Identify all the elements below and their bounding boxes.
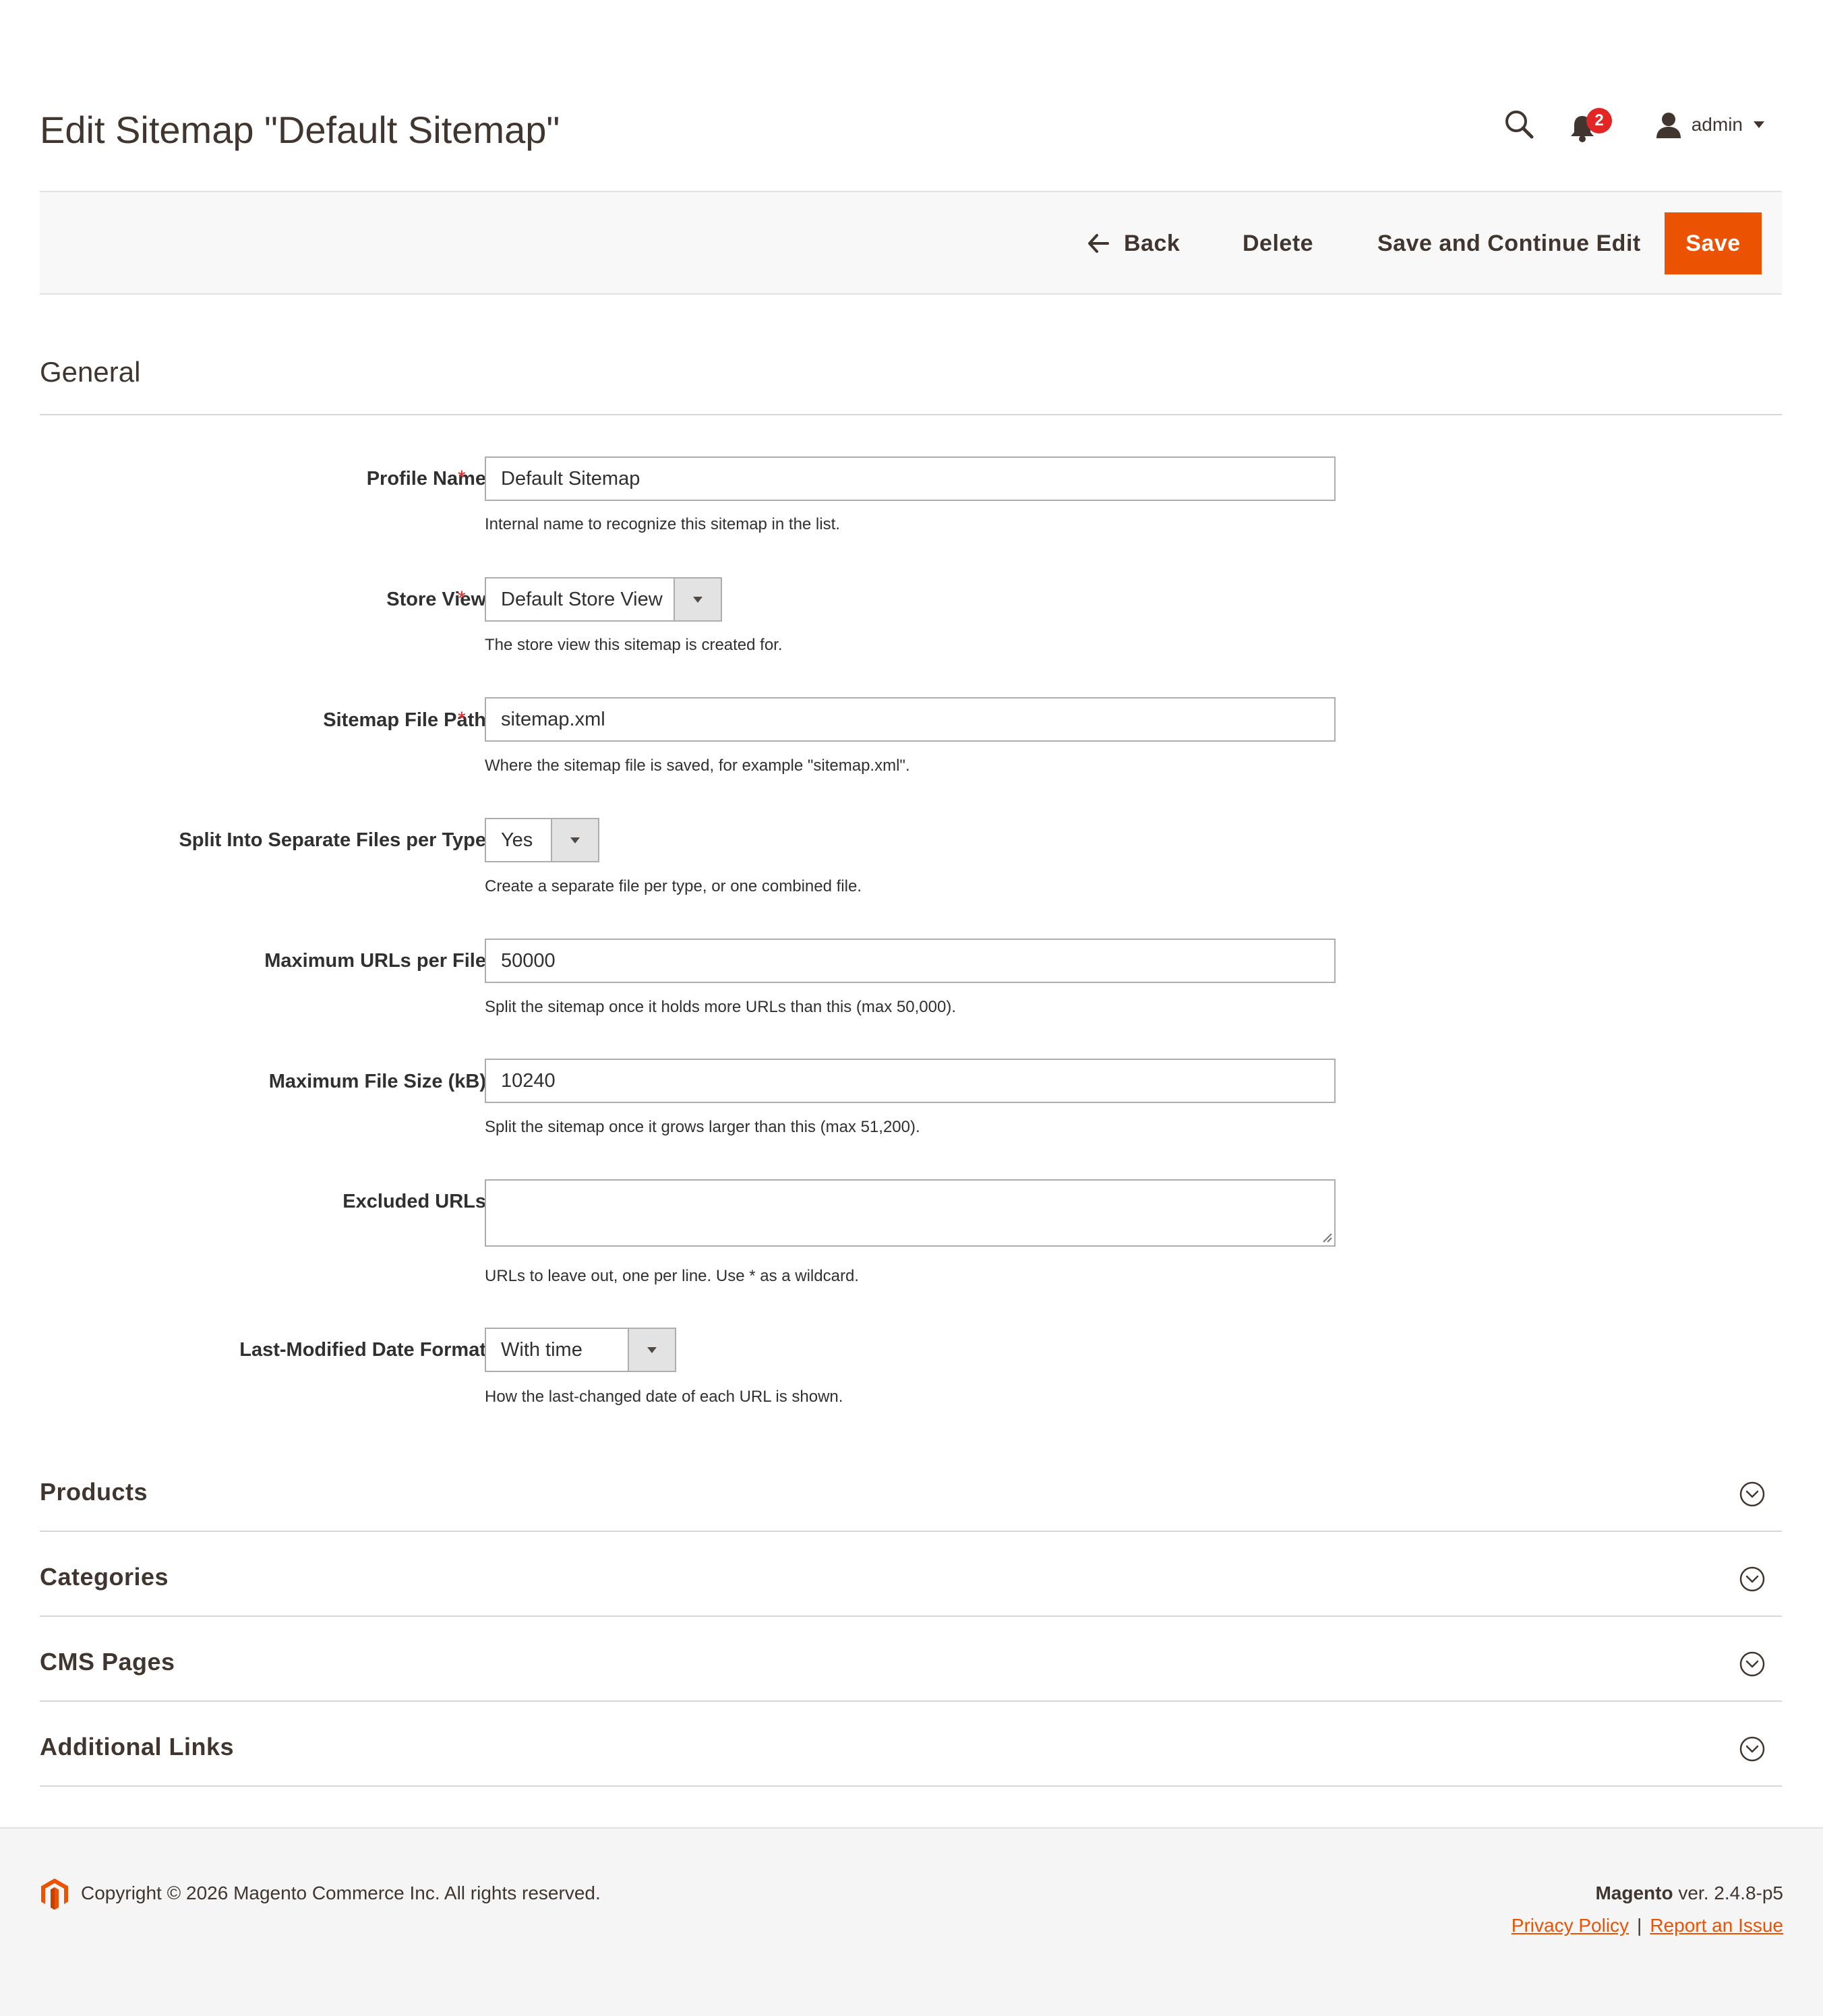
select-arrow [628, 1329, 675, 1371]
section-cms-pages[interactable]: CMS Pages [40, 1618, 1782, 1702]
arrow-left-icon [1088, 234, 1109, 253]
profile-name-input[interactable] [485, 456, 1336, 501]
date-format-label: Last-Modified Date Format [239, 1339, 486, 1361]
chevron-down-circle-icon [1739, 1736, 1765, 1762]
split-files-select[interactable]: Yes [485, 818, 599, 862]
link-separator: | [1637, 1915, 1642, 1936]
section-products-title: Products [40, 1478, 148, 1506]
split-files-note: Create a separate file per type, or one … [485, 877, 862, 895]
header-actions: 2 admin [1377, 108, 1782, 142]
split-files-label: Split Into Separate Files per Type [179, 829, 486, 851]
chevron-down-circle-icon [1739, 1481, 1765, 1507]
section-cms-pages-title: CMS Pages [40, 1648, 175, 1676]
split-files-value: Yes [501, 829, 533, 851]
max-urls-label: Maximum URLs per File [264, 950, 486, 972]
max-urls-input[interactable] [485, 939, 1336, 983]
required-marker: * [458, 467, 466, 489]
chevron-down-icon [693, 596, 703, 603]
required-marker: * [458, 708, 466, 730]
copyright-text: Copyright © 2026 Magento Commerce Inc. A… [81, 1882, 601, 1903]
excluded-urls-note: URLs to leave out, one per line. Use * a… [485, 1267, 859, 1285]
file-path-input[interactable] [485, 697, 1336, 742]
search-icon [1505, 111, 1534, 139]
footer-links: Privacy Policy | Report an Issue [1512, 1915, 1783, 1936]
brand-name: Magento [1595, 1882, 1673, 1903]
notification-count-badge: 2 [1586, 108, 1612, 134]
date-format-select[interactable]: With time [485, 1328, 676, 1372]
excluded-urls-textarea[interactable] [485, 1179, 1336, 1247]
section-categories-title: Categories [40, 1563, 169, 1591]
select-arrow [551, 819, 598, 861]
version-text: Magento ver. 2.4.8-p5 [1595, 1882, 1783, 1904]
date-format-note: How the last-changed date of each URL is… [485, 1388, 843, 1406]
delete-button[interactable]: Delete [1238, 212, 1317, 274]
chevron-down-icon [1754, 121, 1764, 128]
search-button[interactable] [1504, 109, 1534, 139]
magento-logo-icon [41, 1878, 68, 1910]
section-title-general: General [40, 356, 141, 388]
back-button[interactable]: Back [1083, 212, 1184, 274]
max-size-note: Split the sitemap once it grows larger t… [485, 1118, 920, 1136]
chevron-down-circle-icon [1739, 1566, 1765, 1592]
max-size-label: Maximum File Size (kB) [268, 1071, 486, 1092]
back-button-label: Back [1124, 230, 1181, 256]
save-button[interactable]: Save [1665, 212, 1762, 274]
profile-name-label: Profile Name [366, 468, 486, 490]
max-urls-note: Split the sitemap once it holds more URL… [485, 998, 956, 1016]
chevron-down-icon [570, 837, 580, 843]
chevron-down-circle-icon [1739, 1651, 1765, 1677]
date-format-value: With time [501, 1338, 582, 1361]
required-marker: * [458, 587, 466, 610]
section-additional-links[interactable]: Additional Links [40, 1703, 1782, 1787]
chevron-down-icon [647, 1346, 657, 1353]
excluded-urls-label: Excluded URLs [342, 1191, 486, 1212]
store-view-select[interactable]: Default Store View [485, 577, 722, 622]
section-categories[interactable]: Categories [40, 1533, 1782, 1617]
store-view-label: Store View [386, 589, 486, 610]
user-menu[interactable]: admin [1655, 111, 1764, 139]
select-arrow [674, 579, 721, 620]
file-path-note: Where the sitemap file is saved, for exa… [485, 757, 910, 775]
store-view-value: Default Store View [501, 588, 663, 610]
page-title: Edit Sitemap "Default Sitemap" [40, 109, 560, 151]
section-products[interactable]: Products [40, 1448, 1782, 1532]
version-number: ver. 2.4.8-p5 [1673, 1882, 1783, 1903]
section-divider [40, 414, 1782, 415]
page-actions-toolbar: Back Delete Save and Continue Edit Save [40, 191, 1782, 295]
privacy-policy-link[interactable]: Privacy Policy [1512, 1915, 1629, 1936]
section-additional-links-title: Additional Links [40, 1733, 235, 1760]
resize-handle-icon [1323, 1233, 1332, 1243]
page-footer: Copyright © 2026 Magento Commerce Inc. A… [0, 1827, 1823, 2016]
report-issue-link[interactable]: Report an Issue [1650, 1915, 1783, 1936]
store-view-note: The store view this sitemap is created f… [485, 636, 783, 654]
notifications-button[interactable]: 2 [1569, 108, 1613, 142]
max-size-input[interactable] [485, 1059, 1336, 1103]
user-icon [1656, 113, 1681, 138]
save-and-continue-button[interactable]: Save and Continue Edit [1373, 212, 1645, 274]
profile-name-note: Internal name to recognize this sitemap … [485, 515, 840, 533]
user-name: admin [1691, 114, 1743, 135]
